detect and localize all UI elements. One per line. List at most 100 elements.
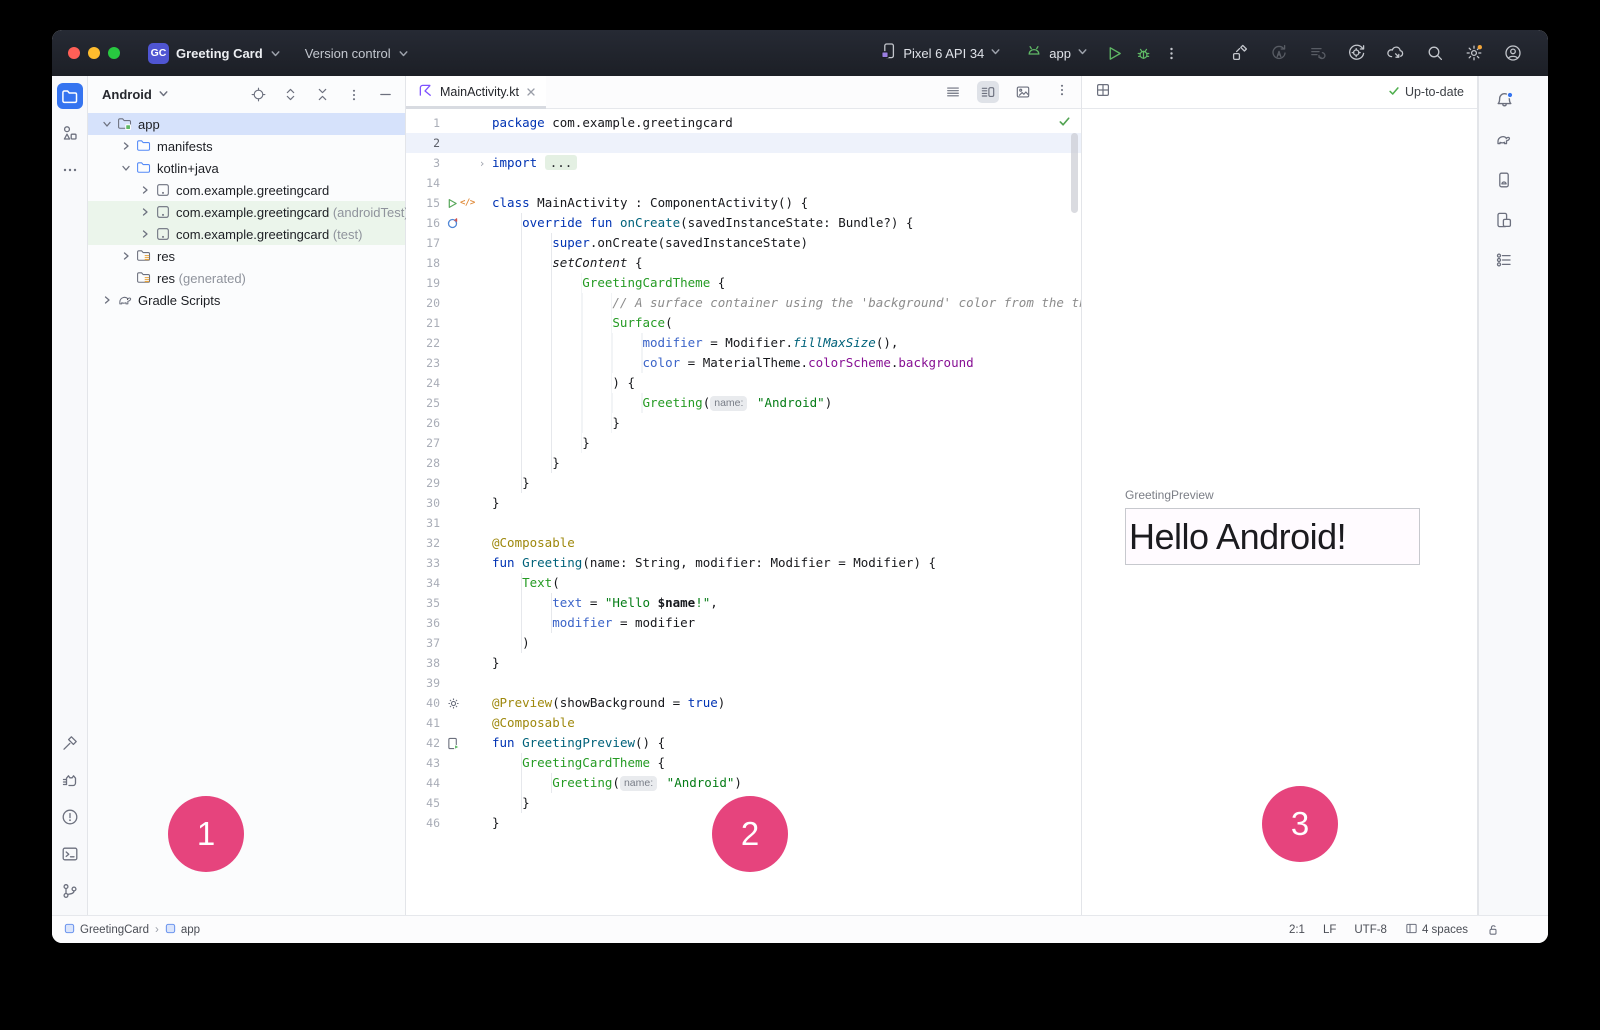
project-view-selector[interactable]: Android — [102, 87, 152, 102]
caret-position-widget[interactable]: 2:1 — [1289, 924, 1305, 936]
tree-item-res-generated[interactable]: res (generated) — [88, 267, 405, 289]
line-number[interactable]: 30 — [406, 496, 440, 510]
chevron-down-icon[interactable] — [117, 163, 135, 173]
chevron-down-icon[interactable] — [158, 86, 169, 104]
line-number[interactable]: 18 — [406, 256, 440, 270]
zoom-window-button[interactable] — [108, 47, 120, 59]
run-config-selector[interactable]: app — [1025, 42, 1088, 65]
version-control-icon[interactable] — [57, 878, 83, 904]
settings-icon[interactable] — [1465, 44, 1483, 62]
device-manager-icon[interactable] — [1491, 167, 1517, 193]
line-number[interactable]: 1 — [406, 116, 440, 130]
override-method-gutter-icon[interactable] — [447, 217, 459, 229]
chevron-right-icon[interactable] — [98, 295, 116, 305]
line-number[interactable]: 44 — [406, 776, 440, 790]
compose-preview-component[interactable]: Hello Android! — [1125, 508, 1420, 565]
inspection-ok-icon[interactable] — [1058, 115, 1071, 131]
close-tab-icon[interactable] — [526, 87, 536, 97]
code-tag-gutter-icon[interactable]: </> — [460, 198, 475, 208]
run-button[interactable] — [1106, 45, 1123, 62]
line-number[interactable]: 36 — [406, 616, 440, 630]
line-number[interactable]: 14 — [406, 176, 440, 190]
run-preview-gutter-icon[interactable] — [447, 737, 460, 750]
line-number[interactable]: 16 — [406, 216, 440, 230]
encoding-widget[interactable]: UTF-8 — [1354, 924, 1387, 936]
line-number[interactable]: 33 — [406, 556, 440, 570]
attach-debugger-icon[interactable] — [1348, 44, 1366, 62]
tree-item-com-example-greetingcard-androidtest[interactable]: com.example.greetingcard (androidTest) — [88, 201, 405, 223]
tree-item-res[interactable]: res — [88, 245, 405, 267]
project-icon[interactable] — [57, 83, 83, 109]
line-number[interactable]: 38 — [406, 656, 440, 670]
line-number[interactable]: 42 — [406, 736, 440, 750]
tree-item-kotlin-java[interactable]: kotlin+java — [88, 157, 405, 179]
indent-widget[interactable]: 4 spaces — [1405, 922, 1468, 938]
line-number[interactable]: 31 — [406, 516, 440, 530]
project-menu[interactable]: GC Greeting Card — [148, 43, 281, 64]
code-view-icon[interactable] — [942, 81, 964, 103]
logcat-icon[interactable] — [57, 767, 83, 793]
hide-icon[interactable] — [378, 87, 393, 102]
tree-item-com-example-greetingcard-test[interactable]: com.example.greetingcard (test) — [88, 223, 405, 245]
line-number[interactable]: 22 — [406, 336, 440, 350]
notifications-icon[interactable] — [1491, 87, 1517, 113]
line-separator-widget[interactable]: LF — [1323, 924, 1336, 936]
line-number[interactable]: 15 — [406, 196, 440, 210]
preview-grid-icon[interactable] — [1095, 82, 1111, 103]
code-editor[interactable]: 1package com.example.greetingcard23›impo… — [406, 109, 1081, 915]
chevron-right-icon[interactable] — [136, 207, 154, 217]
close-window-button[interactable] — [68, 47, 80, 59]
more-icon[interactable] — [347, 88, 361, 102]
version-control-menu[interactable]: Version control — [305, 46, 409, 61]
gradle-icon[interactable] — [1491, 127, 1517, 153]
locate-icon[interactable] — [251, 87, 266, 102]
line-number[interactable]: 46 — [406, 816, 440, 830]
tab-mainactivity[interactable]: MainActivity.kt — [406, 76, 546, 109]
line-number[interactable]: 25 — [406, 396, 440, 410]
split-view-icon[interactable] — [977, 81, 999, 103]
user-avatar-icon[interactable] — [1504, 44, 1522, 62]
line-number[interactable]: 43 — [406, 756, 440, 770]
line-number[interactable]: 41 — [406, 716, 440, 730]
chevron-down-icon[interactable] — [98, 119, 116, 129]
line-number[interactable]: 20 — [406, 296, 440, 310]
terminal-icon[interactable] — [57, 841, 83, 867]
line-number[interactable]: 3 — [406, 156, 440, 170]
expand-all-icon[interactable] — [283, 87, 298, 102]
lock-open-icon[interactable] — [1486, 923, 1500, 937]
line-number[interactable]: 32 — [406, 536, 440, 550]
line-number[interactable]: 40 — [406, 696, 440, 710]
chevron-right-icon[interactable] — [136, 185, 154, 195]
sync-icon[interactable] — [1270, 44, 1288, 62]
chevron-right-icon[interactable] — [136, 229, 154, 239]
design-view-icon[interactable] — [1012, 81, 1034, 103]
tree-item-manifests[interactable]: manifests — [88, 135, 405, 157]
breadcrumb-project[interactable]: GreetingCard — [64, 923, 149, 937]
line-number[interactable]: 21 — [406, 316, 440, 330]
line-number[interactable]: 35 — [406, 596, 440, 610]
line-number[interactable]: 2 — [406, 136, 440, 150]
line-number[interactable]: 23 — [406, 356, 440, 370]
line-number[interactable]: 39 — [406, 676, 440, 690]
collapse-all-icon[interactable] — [315, 87, 330, 102]
line-number[interactable]: 37 — [406, 636, 440, 650]
preview-settings-gutter-icon[interactable] — [447, 697, 460, 710]
build-icon[interactable] — [1231, 44, 1249, 62]
task-list-icon[interactable] — [1309, 44, 1327, 62]
line-number[interactable]: 19 — [406, 276, 440, 290]
search-icon[interactable] — [1426, 44, 1444, 62]
minimize-window-button[interactable] — [88, 47, 100, 59]
line-number[interactable]: 27 — [406, 436, 440, 450]
fold-marker-icon[interactable]: › — [476, 157, 488, 170]
editor-scrollbar-thumb[interactable] — [1071, 133, 1078, 213]
chevron-right-icon[interactable] — [117, 251, 135, 261]
more-actions-icon[interactable] — [1164, 46, 1179, 61]
folded-region[interactable]: ... — [545, 155, 578, 170]
line-number[interactable]: 28 — [406, 456, 440, 470]
line-number[interactable]: 29 — [406, 476, 440, 490]
tree-item-gradle-scripts[interactable]: Gradle Scripts — [88, 289, 405, 311]
problems-icon[interactable] — [57, 804, 83, 830]
more-tool-windows-icon[interactable] — [57, 157, 83, 183]
editor-options-icon[interactable] — [1055, 83, 1069, 102]
breadcrumb-module[interactable]: app — [165, 923, 200, 937]
